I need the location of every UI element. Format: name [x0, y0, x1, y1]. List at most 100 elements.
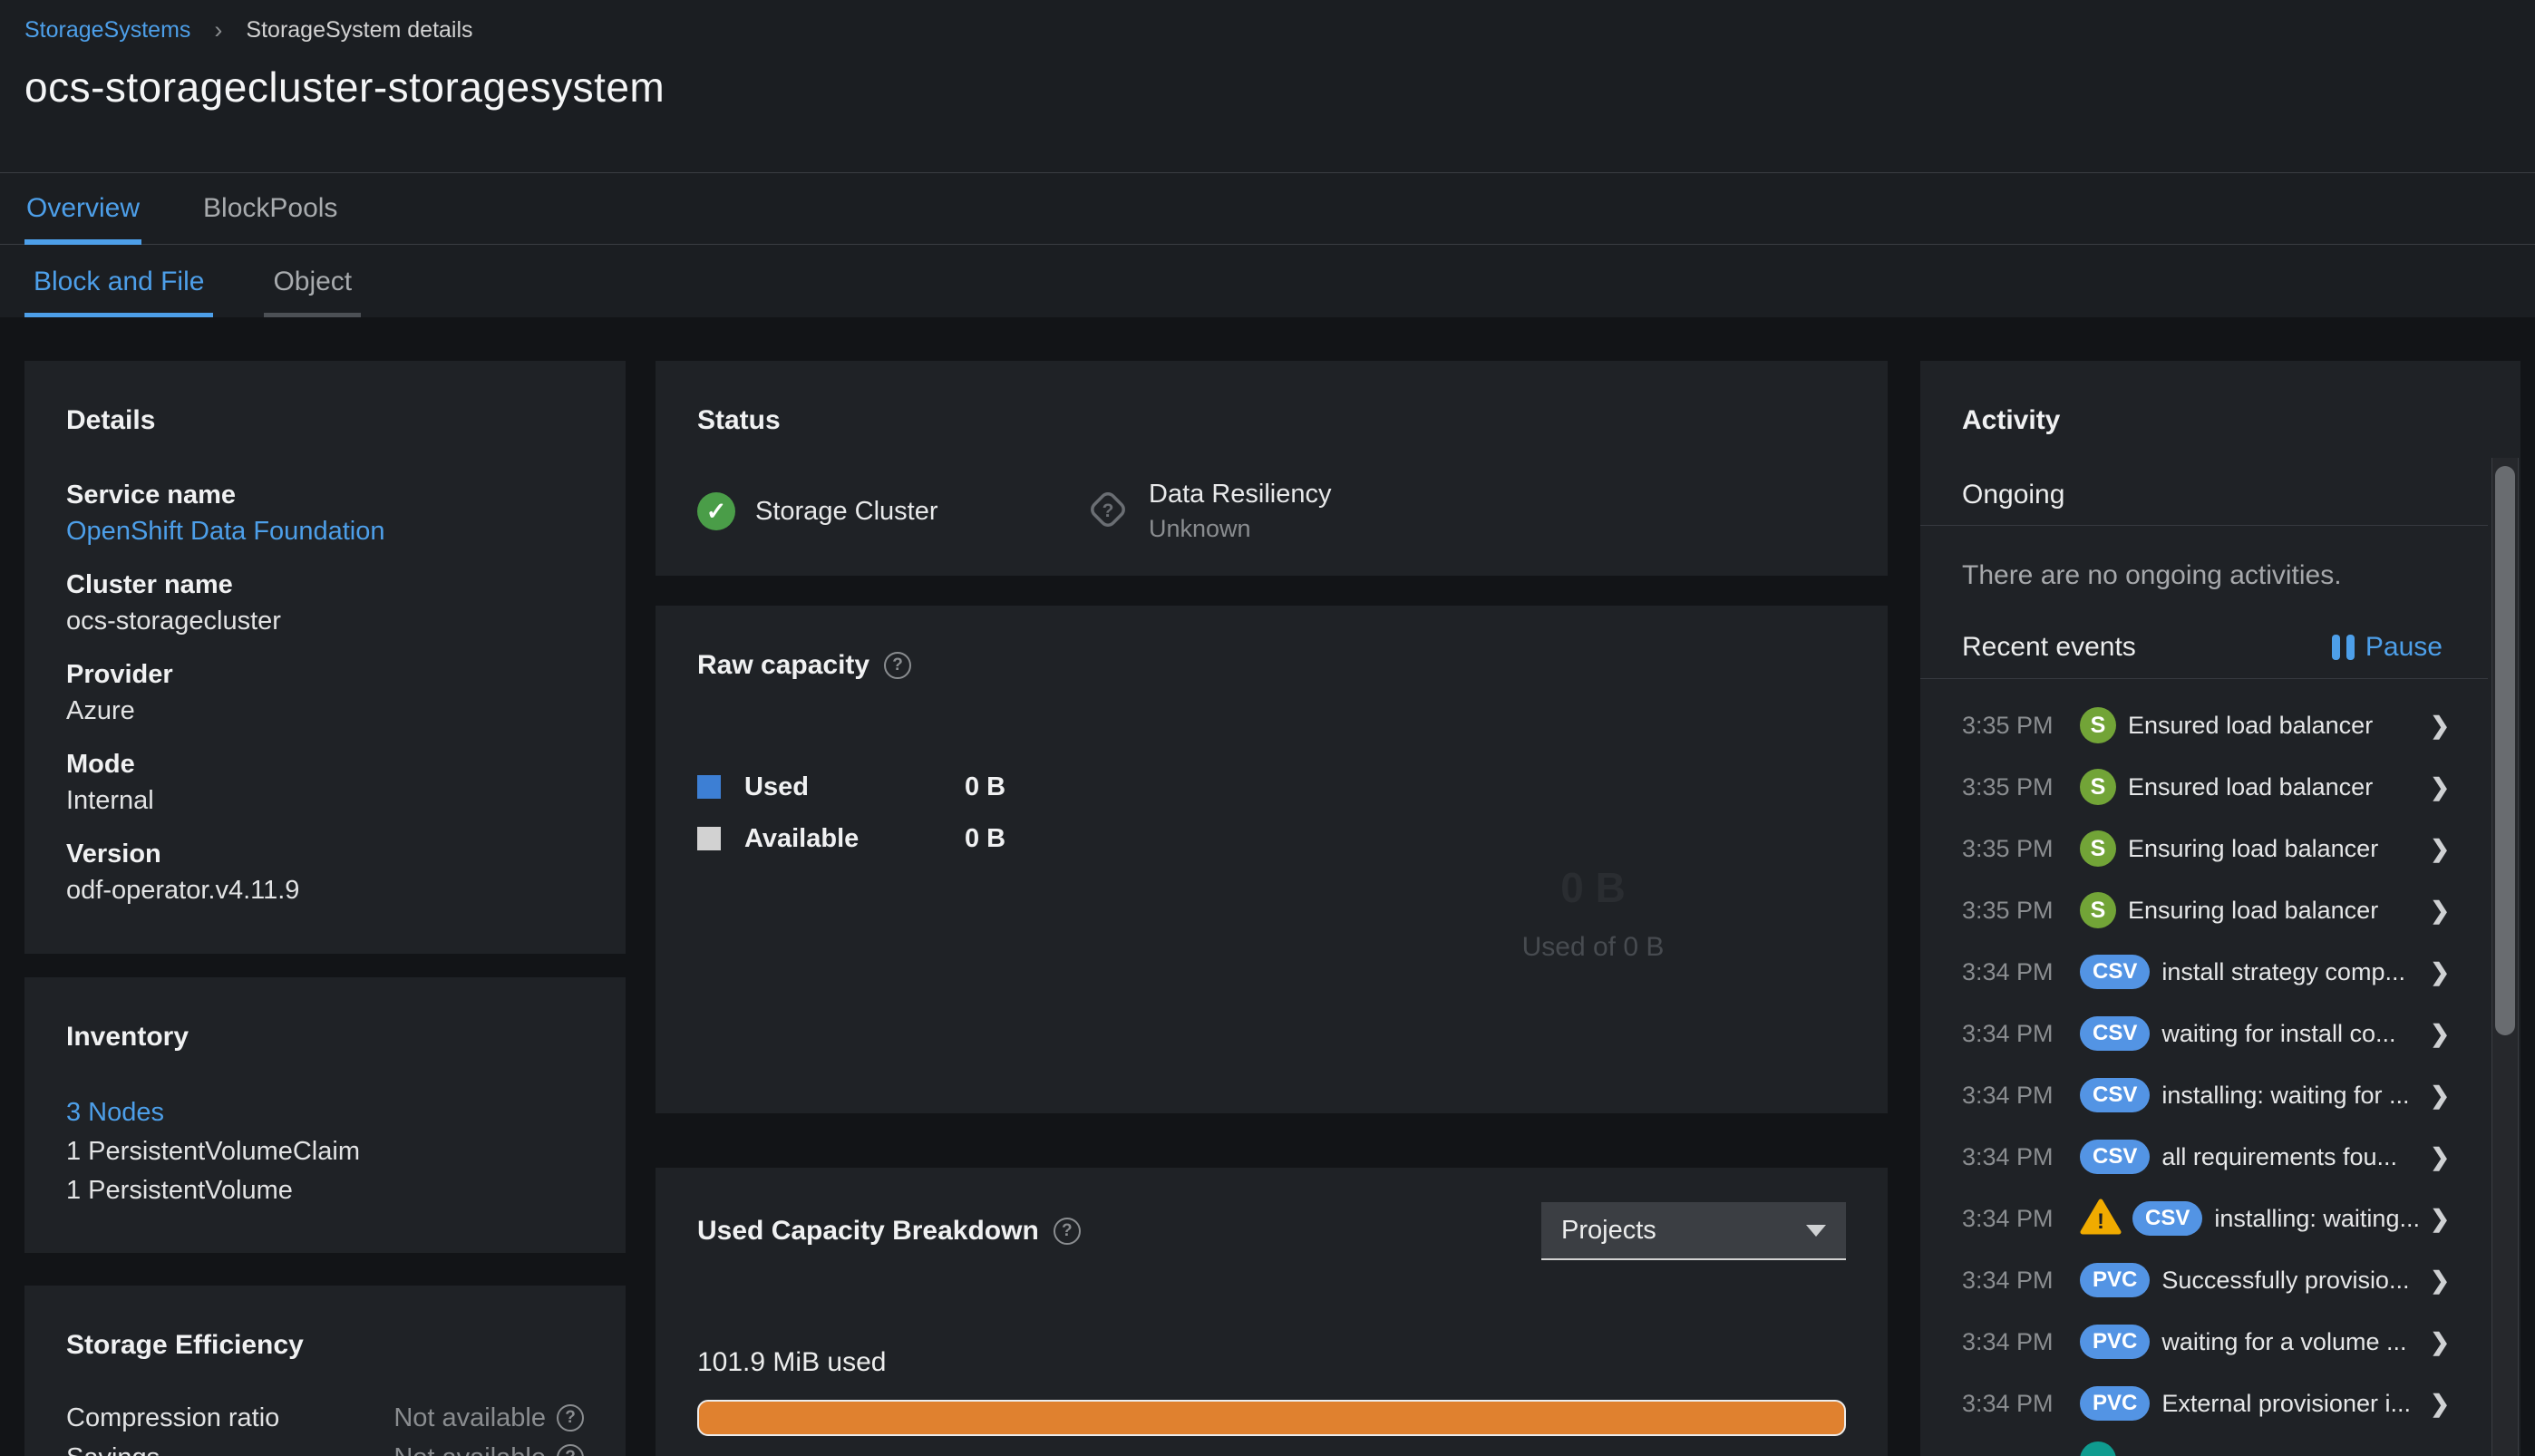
inventory-card: Inventory 3 Nodes 1 PersistentVolumeClai… — [24, 977, 626, 1253]
event-row[interactable]: 3:34 PM ! CSV installing: waiting... ❯ — [1962, 1188, 2450, 1249]
ongoing-empty-message: There are no ongoing activities. — [1962, 560, 2342, 590]
event-row[interactable]: 3:35 PM S Ensuring load balancer ❯ — [1962, 879, 2450, 941]
breadcrumb-link-storagesystems[interactable]: StorageSystems — [24, 17, 190, 44]
raw-capacity-legend: Used 0 B Available 0 B — [697, 769, 1846, 857]
raw-capacity-card-title: Raw capacity — [697, 650, 870, 680]
right-column: Activity Ongoing There are no ongoing ac… — [1920, 361, 2520, 1456]
donut-sublabel: Used of 0 B — [1521, 932, 1665, 962]
event-row[interactable]: 3:35 PM S Ensured load balancer ❯ — [1962, 756, 2450, 818]
pause-icon — [2331, 635, 2355, 660]
legend-row-available: Available 0 B — [697, 820, 1846, 857]
event-time: 3:34 PM — [1962, 1081, 2054, 1109]
legend-value: 0 B — [965, 772, 1006, 801]
inventory-card-title: Inventory — [66, 1022, 189, 1052]
chevron-right-icon[interactable]: ❯ — [2430, 773, 2450, 801]
help-icon[interactable]: ? — [557, 1444, 584, 1456]
service-name-link[interactable]: OpenShift Data Foundation — [66, 513, 384, 549]
tab-blockpools[interactable]: BlockPools — [201, 173, 339, 244]
storagesystem-details-page: StorageSystems › StorageSystem details o… — [0, 0, 2535, 1456]
event-message: waiting for a volume ... — [2161, 1327, 2407, 1355]
storage-efficiency-card: Storage Efficiency Compression ratio Not… — [24, 1286, 626, 1456]
event-row[interactable]: 3:34 PM PVC Successfully provisio... ❯ — [1962, 1249, 2450, 1311]
event-row[interactable]: 3:34 PM CSV install strategy comp... ❯ — [1962, 941, 2450, 1003]
event-source-badge: PVC — [2080, 1386, 2151, 1421]
help-icon[interactable]: ? — [557, 1404, 584, 1432]
tab-block-and-file[interactable]: Block and File — [24, 246, 214, 318]
pv-count: 1 PersistentVolume — [66, 1176, 293, 1205]
event-row[interactable]: 3:34 PM PVC waiting for a volume ... ❯ — [1962, 1311, 2450, 1373]
efficiency-value: Not available — [393, 1438, 546, 1456]
event-list: 3:35 PM S Ensured load balancer ❯ 3:35 P… — [1920, 679, 2488, 1434]
event-row[interactable]: 3:34 PM CSV waiting for install co... ❯ — [1962, 1003, 2450, 1064]
event-time: 3:35 PM — [1962, 834, 2054, 862]
pause-label: Pause — [2365, 632, 2443, 662]
chevron-right-icon[interactable]: ❯ — [2430, 1328, 2450, 1356]
event-source-badge: S — [2080, 707, 2116, 743]
page-title: ocs-storagecluster-storagesystem — [24, 63, 665, 111]
event-time: 3:34 PM — [1962, 1204, 2054, 1232]
event-time: 3:34 PM — [1962, 1389, 2054, 1417]
chevron-right-icon[interactable]: ❯ — [2430, 1143, 2450, 1171]
efficiency-label: Savings — [66, 1438, 160, 1456]
activity-scrollbar-thumb[interactable] — [2495, 466, 2515, 1035]
activity-scrollbar-track[interactable] — [2491, 458, 2519, 1456]
chevron-right-icon[interactable]: ❯ — [2430, 1020, 2450, 1048]
chevron-right-icon[interactable]: ❯ — [2430, 1390, 2450, 1418]
event-row[interactable]: 3:34 PM CSV installing: waiting for ... … — [1962, 1064, 2450, 1126]
event-row[interactable]: 3:34 PM PVC External provisioner i... ❯ — [1962, 1373, 2450, 1434]
detail-value: odf-operator.v4.11.9 — [66, 876, 300, 905]
event-source-badge: CSV — [2080, 1140, 2151, 1174]
event-time: 3:34 PM — [1962, 1142, 2054, 1170]
pause-events-button[interactable]: Pause — [2331, 632, 2443, 663]
help-icon[interactable]: ? — [884, 652, 912, 679]
detail-field: Service name OpenShift Data Foundation — [66, 477, 584, 549]
event-source-badge: S — [2080, 830, 2116, 867]
event-time: 3:34 PM — [1962, 1019, 2054, 1047]
recent-events-section-title: Recent events — [1962, 632, 2136, 662]
legend-value: 0 B — [965, 823, 1006, 853]
breakdown-by-select[interactable]: Projects — [1541, 1202, 1846, 1260]
activity-scroll-area: Ongoing There are no ongoing activities.… — [1920, 458, 2488, 1456]
event-message: installing: waiting for ... — [2161, 1081, 2410, 1109]
detail-field: Version odf-operator.v4.11.9 — [66, 836, 584, 908]
raw-capacity-card: Raw capacity ? Used 0 B Available 0 B 0 … — [656, 606, 1888, 1113]
detail-label: Service name — [66, 480, 237, 510]
pvc-count: 1 PersistentVolumeClaim — [66, 1137, 360, 1166]
event-message: installing: waiting... — [2214, 1204, 2420, 1232]
event-message: waiting for install co... — [2161, 1019, 2396, 1047]
detail-value: Azure — [66, 696, 135, 725]
chevron-right-icon[interactable]: ❯ — [2430, 1082, 2450, 1110]
used-capacity-text: 101.9 MiB used — [697, 1347, 887, 1377]
chevron-right-icon[interactable]: ❯ — [2430, 1267, 2450, 1295]
chevron-right-icon[interactable]: ❯ — [2430, 958, 2450, 986]
event-source-badge: PVC — [2080, 1263, 2151, 1297]
tab-overview[interactable]: Overview — [24, 173, 142, 245]
event-time: 3:34 PM — [1962, 1327, 2054, 1355]
chevron-right-icon[interactable]: ❯ — [2430, 835, 2450, 863]
status-card-title: Status — [697, 405, 781, 435]
warning-icon: ! — [2080, 1198, 2122, 1240]
tab-object[interactable]: Object — [264, 246, 361, 318]
event-time: 3:35 PM — [1962, 772, 2054, 801]
event-row[interactable]: 3:35 PM S Ensured load balancer ❯ — [1962, 694, 2450, 756]
event-time: 3:35 PM — [1962, 896, 2054, 924]
nodes-link[interactable]: 3 Nodes — [66, 1093, 164, 1132]
details-card-title: Details — [66, 405, 156, 435]
event-message: External provisioner i... — [2161, 1389, 2411, 1417]
chevron-right-icon[interactable]: ❯ — [2430, 1205, 2450, 1233]
legend-label: Used — [744, 772, 809, 801]
event-message: Ensured load balancer — [2128, 711, 2374, 739]
chevron-right-icon[interactable]: ❯ — [2430, 897, 2450, 925]
detail-label: Cluster name — [66, 570, 233, 599]
storage-cluster-status: ✓ Storage Cluster — [697, 477, 1087, 546]
help-icon[interactable]: ? — [1053, 1218, 1081, 1245]
event-row[interactable]: 3:35 PM S Ensuring load balancer ❯ — [1962, 818, 2450, 879]
event-row[interactable]: 3:34 PM CSV all requirements fou... ❯ — [1962, 1126, 2450, 1188]
activity-card-title: Activity — [1962, 405, 2061, 435]
used-capacity-bar — [697, 1400, 1846, 1436]
chevron-right-icon[interactable]: ❯ — [2430, 712, 2450, 740]
donut-value: 0 B — [1560, 864, 1626, 911]
chevron-down-icon — [1806, 1224, 1826, 1237]
capacity-breakdown-card-title: Used Capacity Breakdown — [697, 1216, 1039, 1246]
event-message: Ensuring load balancer — [2128, 896, 2379, 924]
